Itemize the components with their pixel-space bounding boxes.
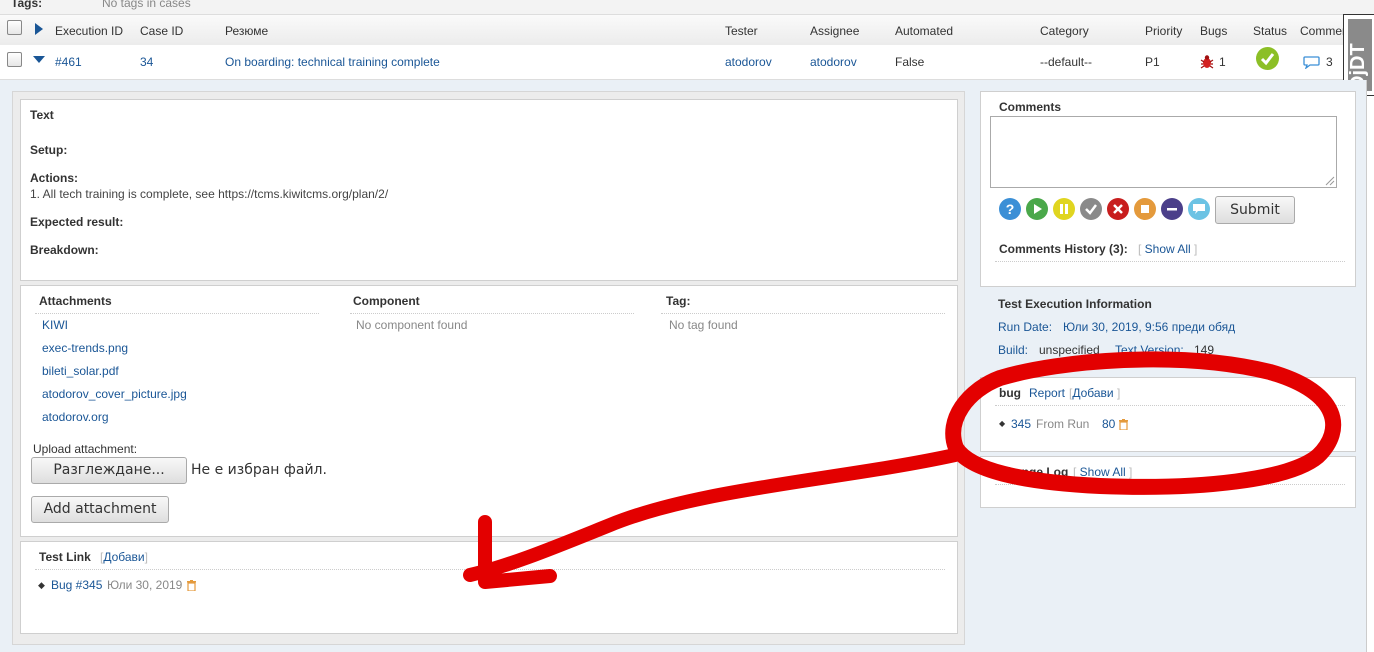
red-annotation [463, 351, 1342, 589]
annotation-circle [945, 351, 1342, 495]
annotation-arrow-line [463, 448, 962, 582]
